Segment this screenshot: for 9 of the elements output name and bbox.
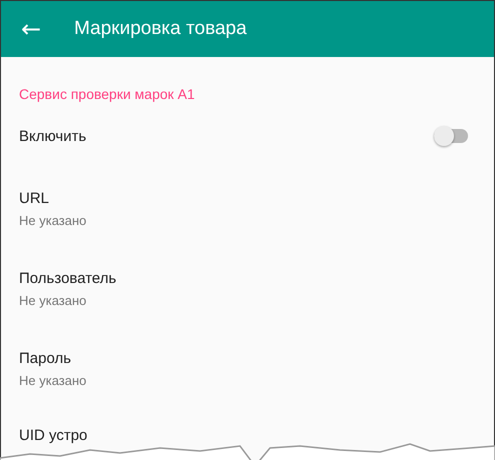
- setting-item[interactable]: Пользователь Не указано: [1, 249, 494, 329]
- back-button[interactable]: ←: [21, 17, 42, 41]
- setting-title: Включить: [19, 128, 86, 144]
- setting-item[interactable]: Пароль Не указано: [1, 329, 494, 409]
- section-title: Сервис проверки марок А1: [19, 86, 195, 102]
- screen-title: Маркировка товара: [74, 18, 247, 40]
- setting-item[interactable]: URL Не указано: [1, 169, 494, 249]
- setting-title: UID устро: [19, 427, 88, 444]
- toggle-switch[interactable]: [434, 129, 468, 143]
